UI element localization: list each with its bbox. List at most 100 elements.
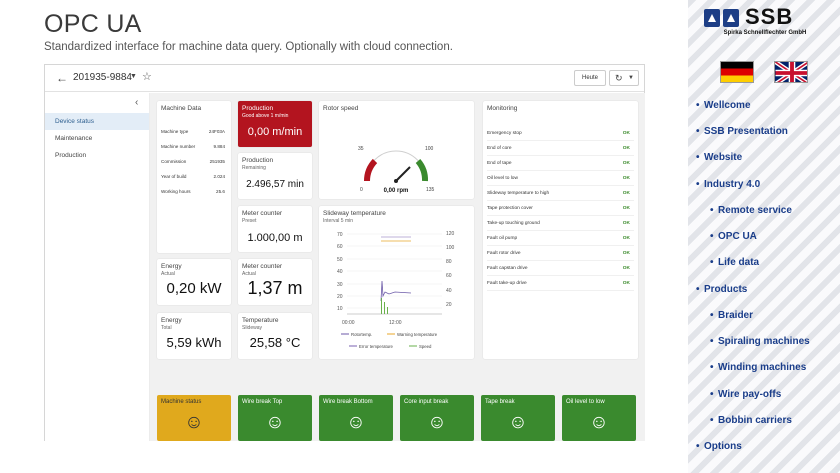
status-ok: OK bbox=[622, 281, 630, 286]
nav-link-wellcome[interactable]: Wellcome bbox=[696, 100, 750, 111]
nav-link-spiraling-machines[interactable]: Spiraling machines bbox=[710, 336, 810, 347]
smiley-icon: ☺ bbox=[265, 412, 285, 433]
gauge-red-zone bbox=[364, 158, 378, 182]
back-arrow-icon[interactable]: ← bbox=[56, 71, 68, 85]
monitoring-row: Fault take-up drive OK bbox=[487, 276, 634, 291]
monitoring-row: Take-up touching ground OK bbox=[487, 216, 634, 231]
y-tick-label: 50 bbox=[337, 257, 343, 263]
star-icon[interactable]: ☆ bbox=[142, 70, 152, 83]
dashboard-app: ← 201935-9884 ▼ ☆ Heute ↻ ▼ ‹ Device sta… bbox=[44, 64, 645, 441]
kv-row: Machine type 24F03A bbox=[161, 129, 225, 134]
ssb-logo[interactable]: SSB Spirka Schnellflechter GmbH bbox=[704, 4, 826, 41]
monitoring-row: End of core OK bbox=[487, 141, 634, 156]
nav-link-braider[interactable]: Braider bbox=[710, 310, 753, 321]
energy-total-card: Energy Total 5,59 kWh bbox=[157, 313, 231, 359]
gauge-tick-label: 0 bbox=[360, 187, 363, 193]
chart-legend: Rotortemp. Warning temperature Error tem… bbox=[341, 332, 438, 349]
nav-link-bobbin-carriers[interactable]: Bobbin carriers bbox=[710, 415, 792, 426]
gauge-value: 0,00 rpm bbox=[384, 188, 409, 194]
nav-link-industry-4[interactable]: Industry 4.0 bbox=[696, 179, 760, 190]
monitoring-row: Oil level to low OK bbox=[487, 171, 634, 186]
temperature-card: Temperature Slideway 25,58 °C bbox=[238, 313, 312, 359]
nav-link-wire-pay-offs[interactable]: Wire pay-offs bbox=[710, 389, 781, 400]
y-tick-label: 30 bbox=[337, 282, 343, 288]
logo-mark-icon bbox=[723, 9, 739, 27]
kv-row: Machine number 9.884 bbox=[161, 144, 225, 149]
monitoring-row: End of tape OK bbox=[487, 156, 634, 171]
nav-link-website[interactable]: Website bbox=[696, 152, 742, 163]
nav-link-remote-service[interactable]: Remote service bbox=[710, 205, 792, 216]
chevron-down-icon: ▼ bbox=[628, 75, 634, 81]
sidebar: ‹ Device status Maintenance Production bbox=[45, 93, 150, 441]
kv-row: Year of build 2.024 bbox=[161, 174, 225, 179]
monitoring-row: Fault rotor drive OK bbox=[487, 246, 634, 261]
sidebar-item-maintenance[interactable]: Maintenance bbox=[45, 130, 149, 147]
logo-subtitle: Spirka Schnellflechter GmbH bbox=[723, 30, 807, 36]
y-tick-label: 20 bbox=[446, 302, 452, 308]
monitoring-card: Monitoring Emergency stop OK End of core O… bbox=[483, 101, 638, 359]
legend-item: Error temperature bbox=[359, 344, 394, 349]
x-tick-label: 12:00 bbox=[389, 320, 402, 326]
monitoring-row: Fault capstan drive OK bbox=[487, 261, 634, 276]
refresh-icon: ↻ bbox=[615, 73, 623, 83]
gauge-green-zone bbox=[415, 159, 428, 182]
uk-flag-icon[interactable] bbox=[774, 61, 808, 83]
nav-link-ssb-presentation[interactable]: SSB Presentation bbox=[696, 126, 788, 137]
nav-link-opc-ua[interactable]: OPC UA bbox=[710, 231, 757, 242]
rotor-speed-card: Rotor speed 0 35 100 135 0,00 rpm bbox=[319, 101, 474, 199]
y-tick-label: 60 bbox=[337, 244, 343, 250]
sidebar-item-device-status[interactable]: Device status bbox=[45, 113, 149, 130]
smiley-icon: ☺ bbox=[184, 412, 204, 433]
german-flag-icon[interactable] bbox=[720, 61, 754, 83]
machine-selector[interactable]: 201935-9884 bbox=[73, 72, 132, 83]
chevron-down-icon[interactable]: ▼ bbox=[130, 73, 137, 80]
page-subtitle: Standardized interface for machine data … bbox=[44, 41, 453, 53]
y-tick-label: 100 bbox=[446, 245, 455, 251]
status-ok: OK bbox=[622, 236, 630, 241]
gauge-needle bbox=[395, 166, 411, 182]
nav-link-winding-machines[interactable]: Winding machines bbox=[710, 362, 806, 373]
status-tile-core-input-break[interactable]: Core input break ☺ bbox=[400, 395, 474, 441]
machine-data-card: Machine Data Machine type 24F03A Machine … bbox=[157, 101, 231, 253]
smiley-icon: ☺ bbox=[346, 412, 366, 433]
status-tile-wire-break-bottom[interactable]: Wire break Bottom ☺ bbox=[319, 395, 393, 441]
card-title: Machine Data bbox=[161, 105, 202, 112]
status-ok: OK bbox=[622, 146, 630, 151]
legend-item: Speed bbox=[419, 344, 432, 349]
sidebar-item-production[interactable]: Production bbox=[45, 147, 149, 164]
monitoring-row: Slideway temperature to high OK bbox=[487, 186, 634, 201]
nav-link-options[interactable]: Options bbox=[696, 441, 742, 452]
rotor-speed-gauge: 0 35 100 135 0,00 rpm bbox=[358, 146, 435, 194]
status-ok: OK bbox=[622, 161, 630, 166]
logo-mark-icon bbox=[704, 9, 720, 27]
today-button[interactable]: Heute bbox=[574, 70, 606, 86]
slideway-temperature-card: Slideway temperature Interval 5 min 70 6… bbox=[319, 206, 474, 359]
top-bar: ← 201935-9884 ▼ ☆ Heute ↻ ▼ bbox=[45, 65, 644, 92]
slideway-temperature-chart: 70 60 50 40 30 20 10 120 100 80 60 40 20… bbox=[337, 231, 455, 349]
y-tick-label: 70 bbox=[337, 232, 343, 238]
gauge-arc bbox=[365, 150, 427, 182]
status-tile-tape-break[interactable]: Tape break ☺ bbox=[481, 395, 555, 441]
production-alert-card: Production Good above 1 m/min 0,00 m/min bbox=[238, 101, 312, 147]
refresh-button[interactable]: ↻ ▼ bbox=[609, 70, 639, 86]
gauge-tick-label: 135 bbox=[426, 187, 435, 193]
monitoring-row: Emergency stop OK bbox=[487, 126, 634, 141]
meter-actual-card: Meter counter Actual 1,37 m bbox=[238, 259, 312, 305]
x-tick-label: 00:00 bbox=[342, 320, 355, 326]
site-navigation-panel: SSB Spirka Schnellflechter GmbH Wellcome… bbox=[688, 0, 840, 473]
y-tick-label: 120 bbox=[446, 231, 455, 237]
gauge-hub bbox=[394, 179, 398, 183]
production-speed-value: 0,00 m/min bbox=[247, 126, 303, 138]
kv-row: Commission 251935 bbox=[161, 159, 225, 164]
collapse-sidebar-icon[interactable]: ‹ bbox=[135, 97, 138, 108]
meter-preset-card: Meter counter Preset 1.000,00 m bbox=[238, 206, 312, 252]
status-tile-wire-break-top[interactable]: Wire break Top ☺ bbox=[238, 395, 312, 441]
smiley-icon: ☺ bbox=[589, 412, 609, 433]
y-tick-label: 80 bbox=[446, 259, 452, 265]
status-tile-machine-status[interactable]: Machine status ☺ bbox=[157, 395, 231, 441]
status-ok: OK bbox=[622, 191, 630, 196]
nav-link-life-data[interactable]: Life data bbox=[710, 257, 759, 268]
kv-row: Working hours 25.6 bbox=[161, 189, 225, 194]
status-tile-oil-level[interactable]: Oil level to low ☺ bbox=[562, 395, 636, 441]
nav-link-products[interactable]: Products bbox=[696, 284, 747, 295]
